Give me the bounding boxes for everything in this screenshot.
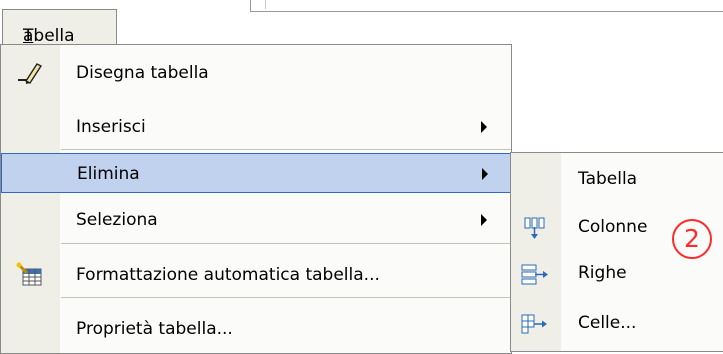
menu-item-label: Disegna tabella [76, 63, 209, 83]
annotation-number-circle: 2 [672, 219, 712, 259]
menu-item-label: Inserisci [76, 117, 146, 137]
pencil-icon [15, 59, 45, 87]
menu-item-label: Proprietà tabella... [76, 319, 233, 339]
menu-item-formattazione-automatica[interactable]: Formattazione automatica tabella... [1, 255, 511, 295]
submenu-arrow-icon [482, 168, 488, 180]
menu-item-seleziona[interactable]: Seleziona [1, 200, 511, 240]
submenu-arrow-icon [481, 121, 487, 133]
menu-item-label: Seleziona [76, 210, 158, 230]
submenu-item-label: Righe [578, 263, 627, 283]
submenu-item-label: Tabella [578, 169, 638, 189]
menu-item-proprieta-tabella[interactable]: Proprietà tabella... [1, 309, 511, 349]
background-window-fragment [250, 0, 723, 12]
submenu-arrow-icon [481, 214, 487, 226]
menu-separator [61, 149, 511, 150]
menu-separator [61, 297, 511, 298]
menu-item-label: Formattazione automatica tabella... [76, 265, 380, 285]
menu-item-disegna-tabella[interactable]: Disegna tabella [1, 53, 511, 93]
menu-item-inserisci[interactable]: Inserisci [1, 107, 511, 147]
submenu-item-tabella[interactable]: Tabella [511, 159, 723, 199]
submenu-item-celle[interactable]: Celle... [511, 303, 723, 343]
table-autoformat-icon [15, 261, 45, 289]
menu-item-elimina[interactable]: Elimina [1, 153, 511, 193]
delete-rows-icon [519, 261, 551, 287]
delete-cells-icon [519, 311, 551, 337]
tabella-menu: Disegna tabella Inserisci Elimina Selezi… [0, 44, 512, 354]
submenu-item-label: Colonne [578, 217, 648, 237]
delete-columns-icon [519, 215, 551, 241]
menu-tab-label-rest: abella [23, 26, 75, 46]
menu-separator [61, 243, 511, 244]
submenu-item-label: Celle... [578, 313, 637, 333]
submenu-item-righe[interactable]: Righe [511, 253, 723, 293]
menu-tab-tabella[interactable]: Tabella [2, 9, 117, 46]
menu-item-label: Elimina [77, 164, 140, 184]
